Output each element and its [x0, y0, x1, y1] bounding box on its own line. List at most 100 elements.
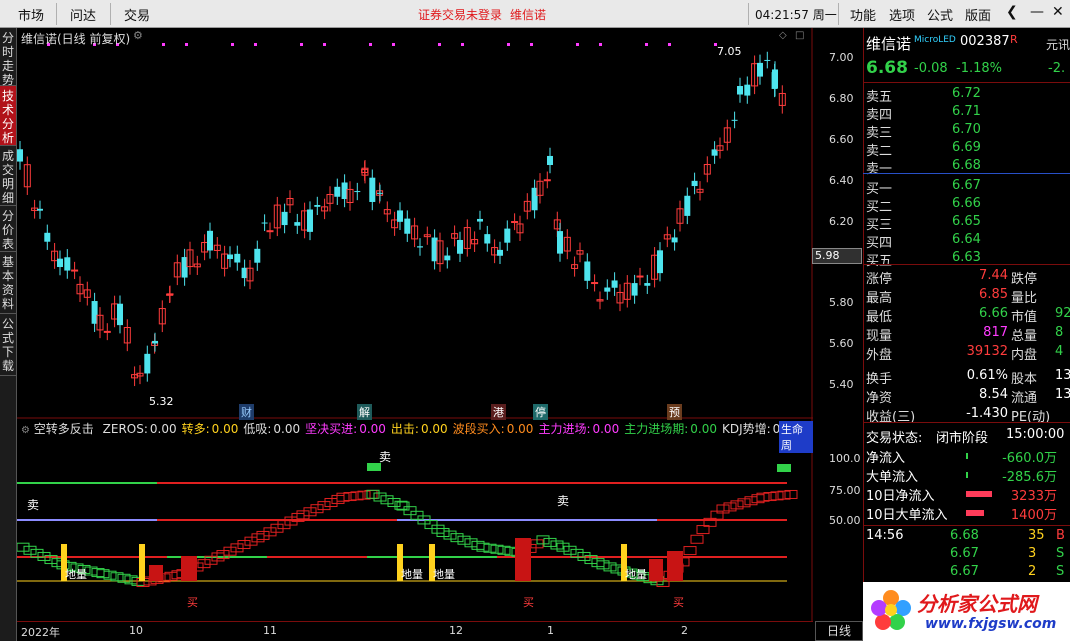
book-price[interactable]: 6.70 [952, 122, 981, 137]
maximize-icon[interactable]: □ [795, 30, 804, 41]
oscillator-box [543, 537, 557, 547]
book-price[interactable]: 6.63 [952, 250, 981, 265]
stat-label: 涨停 [866, 272, 893, 287]
menu-options[interactable]: 选项 [889, 5, 915, 24]
stat-label: 最低 [866, 310, 893, 325]
signal-dot [162, 43, 165, 46]
book-price[interactable]: 6.67 [952, 178, 981, 193]
event-suspend[interactable]: 停 [533, 404, 548, 420]
chart-canvas[interactable] [17, 28, 813, 621]
book-price[interactable]: 6.65 [952, 214, 981, 229]
clock: 04:21:57 周一 [755, 8, 837, 22]
menu-formula[interactable]: 公式 [927, 5, 953, 24]
flow-bar [966, 491, 992, 497]
book-price[interactable]: 6.64 [952, 232, 981, 247]
minimize-icon[interactable]: — [1030, 4, 1044, 20]
settings-icon[interactable]: ⚙ [133, 29, 143, 42]
oscillator-box [317, 501, 331, 511]
indicator-name[interactable]: 空转多反击 [34, 422, 94, 436]
flow-value: -660.0万 [1002, 451, 1057, 466]
menu-function[interactable]: 功能 [850, 5, 876, 24]
candle [543, 179, 551, 182]
candle [37, 208, 43, 211]
diamond-icon[interactable]: ◇ [779, 30, 787, 41]
signal-dot [323, 43, 326, 46]
tab-technical[interactable]: 技术分析 [0, 86, 16, 146]
candle [772, 69, 778, 89]
book-price[interactable]: 6.68 [952, 158, 981, 173]
stat-label: 净资 [866, 391, 893, 406]
book-label: 卖二 [866, 144, 893, 159]
candle [254, 248, 261, 263]
tab-intraday[interactable]: 分时走势 [0, 28, 16, 87]
tick-vol: 35 [1028, 528, 1045, 543]
candle [44, 232, 51, 242]
book-price[interactable]: 6.66 [952, 196, 981, 211]
sell-signal: 卖 [557, 494, 570, 508]
candle [152, 340, 158, 344]
book-label: 买三 [866, 218, 893, 233]
menu-layout[interactable]: 版面 [965, 5, 991, 24]
menu-trade[interactable]: 交易 [124, 5, 150, 24]
left-tab-strip: 分时走势 技术分析 成交明细 分价表 基本资料 公式下载 [0, 28, 17, 641]
indicator-value-number: 0.00 [149, 422, 177, 436]
stat-label: 现量 [866, 329, 893, 344]
indicator-extra-tab[interactable]: 生命周 [779, 421, 813, 453]
close-icon[interactable]: ✕ [1052, 4, 1064, 20]
settings-icon[interactable]: ⚙ [21, 425, 30, 436]
book-price[interactable]: 6.72 [952, 86, 981, 101]
candle [166, 293, 174, 296]
tick-price: 6.67 [950, 546, 979, 561]
event-hk[interactable]: 港 [491, 404, 506, 420]
book-label: 卖四 [866, 108, 893, 123]
tab-trades[interactable]: 成交明细 [0, 146, 16, 206]
oscillator-box [690, 534, 704, 544]
candle [397, 210, 403, 222]
concept-tag[interactable]: MicroLED [914, 35, 956, 45]
indicator-value-number: 0.00 [211, 422, 239, 436]
ind-tick: 100.0 [829, 452, 861, 465]
signal-block [777, 464, 791, 472]
oscillator-box [303, 507, 317, 517]
candle [671, 237, 678, 243]
date-label: 10 [129, 624, 143, 637]
book-label: 买五 [866, 254, 893, 269]
indicator-value-number: 0.00 [420, 422, 448, 436]
flow-label: 10日大单流入 [866, 508, 948, 523]
bottom-volume-label: 地量 [401, 568, 423, 581]
oscillator-box [343, 492, 357, 502]
book-price[interactable]: 6.71 [952, 104, 981, 119]
oscillator-box [457, 535, 471, 545]
candle [369, 177, 376, 202]
event-forecast[interactable]: 预 [667, 404, 682, 420]
back-icon[interactable]: ❮ [1006, 4, 1018, 20]
candle [117, 303, 123, 326]
book-price[interactable]: 6.69 [952, 140, 981, 155]
flower-logo-icon [871, 590, 911, 630]
login-status[interactable]: 证券交易未登录 [418, 6, 502, 23]
menu-wenda[interactable]: 问达 [70, 5, 96, 24]
side-tab[interactable]: 元讯 [1046, 36, 1070, 53]
period-tab[interactable]: 日线 [815, 621, 863, 641]
indicator-value: 坚决买进: 0.00 [305, 422, 386, 436]
tab-fundamentals[interactable]: 基本资料 [0, 252, 16, 314]
tick-time: 14:56 [866, 528, 904, 543]
menu-market[interactable]: 市场 [18, 5, 44, 24]
tab-price-table[interactable]: 分价表 [0, 206, 16, 252]
candle [636, 275, 644, 278]
oscillator-box [770, 491, 784, 501]
event-earnings[interactable]: 财 [239, 404, 254, 420]
event-unlock[interactable]: 解 [357, 404, 372, 420]
oscillator-box [373, 492, 387, 502]
top-menu-bar: 市场 问达 交易 证券交易未登录 维信诺 04:21:57 周一 功能 选项 公… [0, 0, 1070, 28]
signal-bar [149, 565, 163, 581]
stat-label: 外盘 [866, 348, 893, 363]
chart-area[interactable]: 维信诺(日线 前复权) ⚙ ◇ □ 7.00 6.80 6.60 6.40 6.… [17, 28, 861, 641]
signal-dot [507, 43, 510, 46]
oscillator-box [443, 530, 457, 540]
oscillator-box [471, 540, 485, 550]
oscillator-box [296, 510, 310, 520]
indicator-value: 主力进场: 0.00 [538, 422, 619, 436]
stat-value: -1.430 [966, 406, 1008, 421]
tab-formula-download[interactable]: 公式下载 [0, 314, 16, 376]
